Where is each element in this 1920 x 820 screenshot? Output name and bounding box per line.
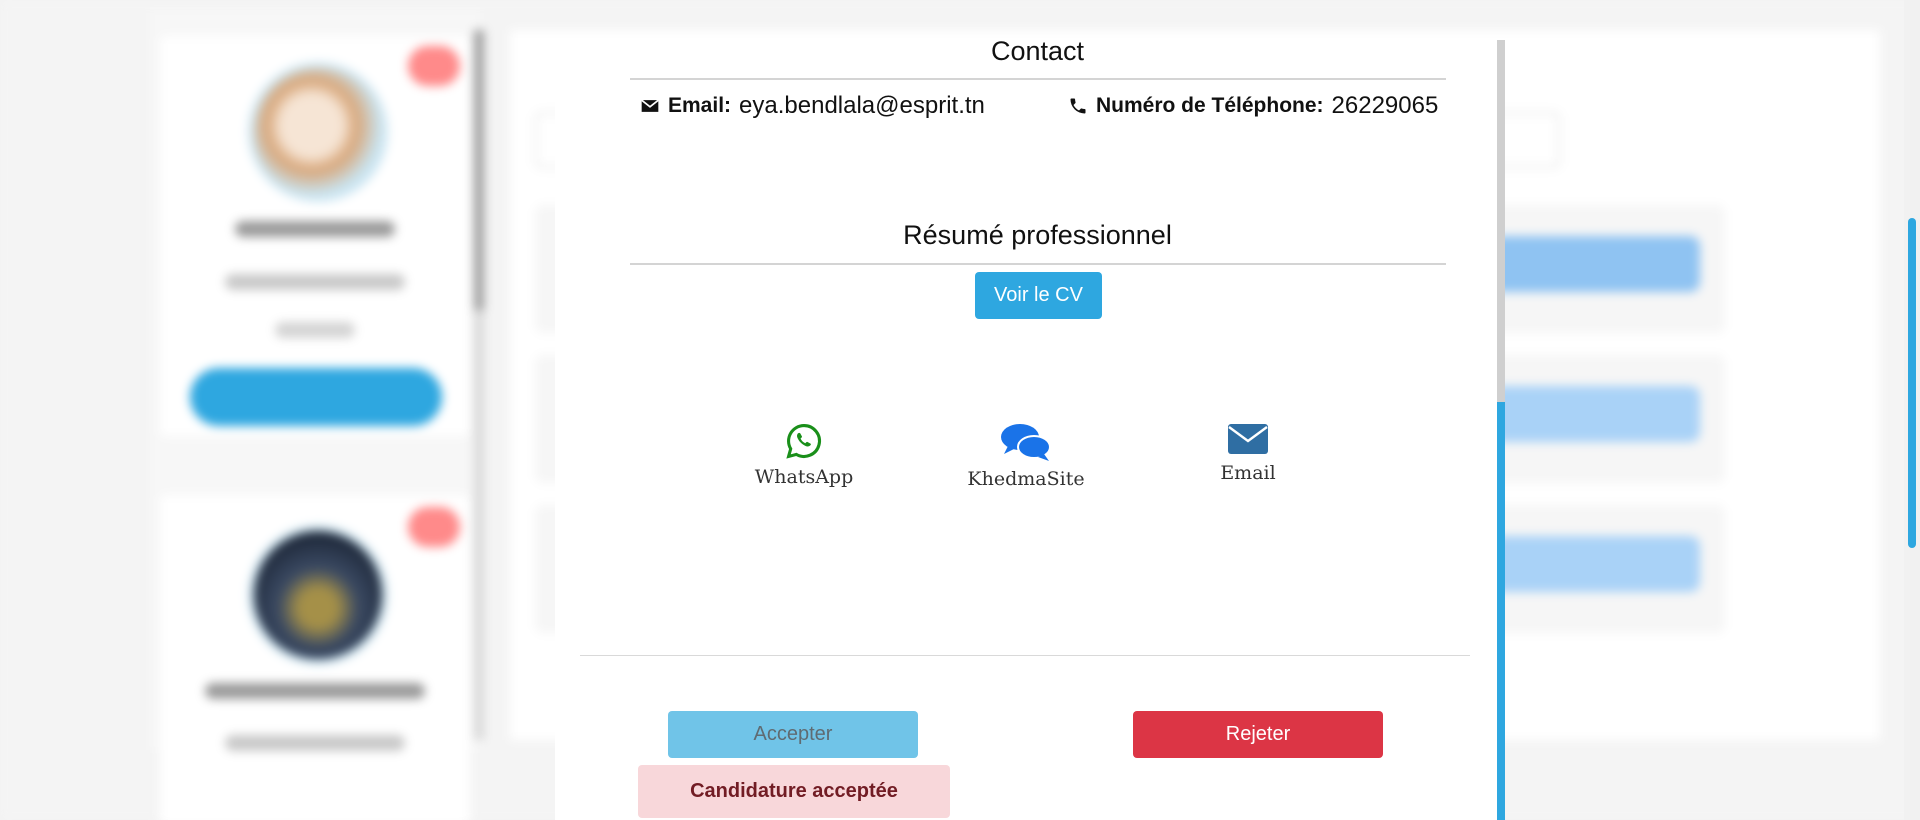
status-badge: Candidature acceptée [638, 765, 950, 818]
card-title [235, 221, 395, 237]
email-value: eya.bendlala@esprit.tn [739, 92, 985, 119]
phone-info: Numéro de Téléphone: 26229065 [1068, 92, 1438, 120]
share-khedmasite-label: KhedmaSite [967, 468, 1085, 490]
avatar [248, 62, 388, 202]
share-email-label: Email [1220, 462, 1276, 484]
heart-icon[interactable] [408, 46, 460, 86]
share-email[interactable]: Email [1178, 422, 1318, 484]
card-subtitle [225, 274, 405, 290]
resume-divider [630, 263, 1446, 265]
candidate-card[interactable] [160, 495, 470, 820]
modal-footer-divider [580, 655, 1470, 656]
card-subtitle [225, 735, 405, 751]
whatsapp-icon [786, 424, 821, 459]
reject-button[interactable]: Rejeter [1133, 711, 1383, 758]
details-button[interactable] [1490, 536, 1700, 592]
share-whatsapp[interactable]: WhatsApp [734, 422, 874, 488]
candidate-card[interactable] [160, 36, 470, 436]
page-scrollbar[interactable] [1904, 0, 1920, 820]
voir-plus-button[interactable] [190, 368, 442, 426]
avatar [248, 525, 388, 665]
phone-value: 26229065 [1331, 92, 1439, 119]
screen: Contact Email: eya.bendlala@esprit.tn Nu… [0, 0, 1920, 820]
chat-bubbles-icon [1001, 424, 1051, 461]
details-button[interactable] [1490, 236, 1700, 292]
sidebar-scrollbar[interactable] [474, 30, 484, 740]
modal-scrollbar[interactable] [1497, 40, 1505, 820]
card-location [275, 322, 355, 338]
details-button[interactable] [1490, 386, 1700, 442]
contact-title: Contact [990, 36, 1085, 66]
phone-label: Numéro de Téléphone: [1096, 94, 1324, 117]
envelope-icon [1228, 424, 1268, 454]
contact-info: Email: eya.bendlala@esprit.tn Numéro de … [640, 86, 1440, 122]
heart-icon[interactable] [408, 507, 460, 547]
envelope-icon [641, 99, 659, 112]
share-khedmasite[interactable]: KhedmaSite [956, 422, 1096, 490]
view-cv-button[interactable]: Voir le CV [975, 272, 1102, 319]
page-scrollbar-thumb[interactable] [1908, 218, 1916, 548]
email-label: Email: [668, 94, 732, 117]
contact-divider [630, 78, 1446, 80]
resume-title: Résumé professionnel [903, 220, 1172, 250]
email-info: Email: eya.bendlala@esprit.tn [640, 92, 985, 120]
phone-icon [1070, 98, 1086, 114]
accept-button[interactable]: Accepter [668, 711, 918, 758]
card-title [205, 683, 425, 699]
share-whatsapp-label: WhatsApp [754, 466, 854, 488]
modal-scrollbar-thumb[interactable] [1497, 402, 1505, 820]
